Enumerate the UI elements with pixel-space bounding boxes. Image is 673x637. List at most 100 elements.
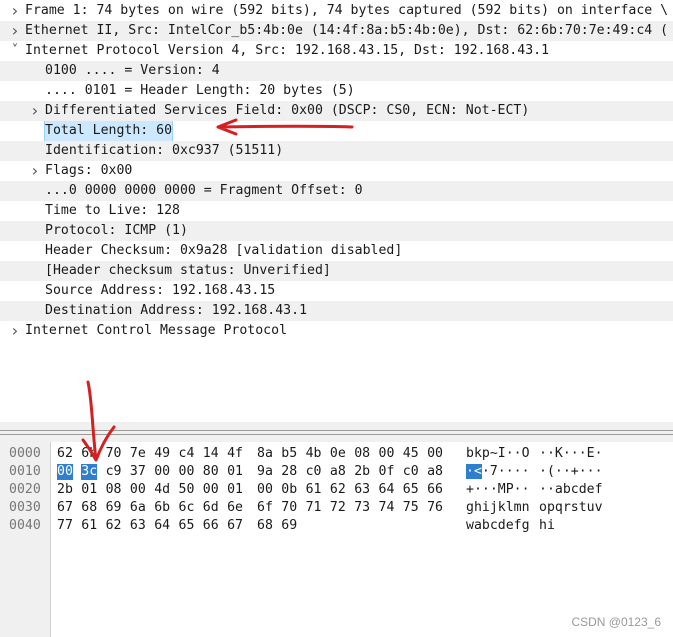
hex-byte[interactable]: 08 — [354, 445, 370, 463]
hex-byte[interactable]: 0f — [379, 463, 395, 481]
tree-row[interactable]: Destination Address: 192.168.43.1 — [0, 301, 673, 321]
hex-byte[interactable]: 45 — [403, 445, 419, 463]
hex-byte[interactable]: 00 — [379, 445, 395, 463]
hex-byte[interactable]: b5 — [281, 445, 297, 463]
tree-row[interactable]: › Differentiated Services Field: 0x00 (DS… — [0, 101, 673, 121]
hex-byte[interactable]: 65 — [179, 517, 195, 535]
hex-byte[interactable]: 69 — [106, 499, 122, 517]
tree-row[interactable]: › Internet Control Message Protocol — [0, 321, 673, 341]
tree-row[interactable]: Total Length: 60 — [0, 121, 673, 141]
tree-row[interactable]: ˅ Internet Protocol Version 4, Src: 192.1… — [0, 41, 673, 61]
hex-byte[interactable]: 28 — [281, 463, 297, 481]
hex-byte[interactable]: 76 — [427, 499, 443, 517]
hex-byte[interactable]: 61 — [306, 481, 322, 499]
hex-byte[interactable]: 70 — [281, 499, 297, 517]
ascii-text[interactable]: bkp~I··O — [466, 445, 530, 463]
hex-byte[interactable]: 73 — [354, 499, 370, 517]
tree-row[interactable]: › Frame 1: 74 bytes on wire (592 bits), 7… — [0, 1, 673, 21]
hex-byte[interactable]: 50 — [179, 481, 195, 499]
packet-bytes-pane[interactable]: 0000 62 6b 70 7e 49 c4 14 4f 8a b5 4b 0e 08 00 45 00 bkp~… — [0, 442, 673, 637]
hex-byte[interactable]: 64 — [154, 517, 170, 535]
hex-byte[interactable]: 9a — [257, 463, 273, 481]
tree-row[interactable]: ...0 0000 0000 0000 = Fragment Offset: 0 — [0, 181, 673, 201]
hex-byte[interactable]: 00 — [154, 463, 170, 481]
hex-byte[interactable]: 4d — [154, 481, 170, 499]
chevron-down-icon[interactable]: ˅ — [8, 41, 22, 61]
hex-byte[interactable]: 4f — [227, 445, 243, 463]
hex-byte[interactable]: 6d — [203, 499, 219, 517]
pane-splitter[interactable] — [0, 422, 673, 442]
chevron-right-icon[interactable]: › — [8, 21, 22, 41]
hex-byte[interactable]: 65 — [403, 481, 419, 499]
hex-byte[interactable]: a8 — [427, 463, 443, 481]
hex-byte[interactable]: 67 — [227, 517, 243, 535]
hex-byte[interactable]: c9 — [106, 463, 122, 481]
hex-byte[interactable]: c0 — [403, 463, 419, 481]
hex-byte[interactable]: 00 — [257, 481, 273, 499]
hex-byte[interactable]: 74 — [379, 499, 395, 517]
hex-byte[interactable]: 62 — [106, 517, 122, 535]
hex-byte[interactable]: 6b — [81, 445, 97, 463]
hex-byte[interactable]: 6e — [227, 499, 243, 517]
hex-byte[interactable]: 69 — [281, 517, 297, 535]
tree-row[interactable]: › Flags: 0x00 — [0, 161, 673, 181]
chevron-right-icon[interactable]: › — [28, 101, 42, 121]
hex-byte[interactable]: 77 — [57, 517, 73, 535]
chevron-right-icon[interactable]: › — [8, 1, 22, 21]
tree-row[interactable]: Header Checksum: 0x9a28 [validation disa… — [0, 241, 673, 261]
tree-row[interactable]: Time to Live: 128 — [0, 201, 673, 221]
packet-details-pane[interactable]: › Frame 1: 74 bytes on wire (592 bits), 7… — [0, 0, 673, 420]
hex-byte[interactable]: 6c — [179, 499, 195, 517]
tree-row[interactable]: Identification: 0xc937 (51511) — [0, 141, 673, 161]
hex-byte[interactable]: 08 — [106, 481, 122, 499]
hex-byte[interactable]: 64 — [379, 481, 395, 499]
ascii-text[interactable]: wabcdefg — [466, 517, 530, 535]
ascii-text[interactable]: ·(··+··· — [539, 463, 603, 481]
hex-byte[interactable]: 7e — [130, 445, 146, 463]
hex-byte[interactable]: 63 — [354, 481, 370, 499]
hex-byte[interactable]: 6f — [257, 499, 273, 517]
hex-byte[interactable]: 2b — [57, 481, 73, 499]
chevron-right-icon[interactable]: › — [8, 321, 22, 341]
hex-byte[interactable]: 66 — [427, 481, 443, 499]
hex-byte[interactable]: 70 — [106, 445, 122, 463]
hex-byte[interactable]: 3c — [81, 464, 98, 480]
hex-byte[interactable]: 4b — [306, 445, 322, 463]
hex-byte[interactable]: 37 — [130, 463, 146, 481]
hex-byte[interactable]: 00 — [57, 464, 73, 480]
hex-byte[interactable]: 00 — [130, 481, 146, 499]
hex-byte[interactable]: 01 — [227, 463, 243, 481]
hex-byte[interactable]: 72 — [330, 499, 346, 517]
hex-byte[interactable]: 0e — [330, 445, 346, 463]
hex-byte[interactable]: 00 — [179, 463, 195, 481]
hex-byte[interactable]: a8 — [330, 463, 346, 481]
hex-byte[interactable]: 62 — [57, 445, 73, 463]
hex-byte[interactable]: c0 — [306, 463, 322, 481]
ascii-text[interactable]: ··abcdef — [539, 481, 603, 499]
hex-byte[interactable]: 66 — [203, 517, 219, 535]
hex-byte[interactable]: 01 — [227, 481, 243, 499]
hex-byte[interactable]: 2b — [354, 463, 370, 481]
hex-byte[interactable]: 80 — [203, 463, 219, 481]
ascii-text[interactable]: hi — [539, 517, 555, 535]
hex-byte[interactable]: 00 — [427, 445, 443, 463]
hex-byte[interactable]: 0b — [281, 481, 297, 499]
hex-byte[interactable]: 62 — [330, 481, 346, 499]
tree-row[interactable]: [Header checksum status: Unverified] — [0, 261, 673, 281]
hex-byte[interactable]: 61 — [81, 517, 97, 535]
hex-byte[interactable]: c4 — [179, 445, 195, 463]
hex-byte[interactable]: 6b — [154, 499, 170, 517]
ascii-text[interactable]: +···MP·· — [466, 481, 530, 499]
hex-byte[interactable]: 67 — [57, 499, 73, 517]
hex-byte[interactable]: 49 — [154, 445, 170, 463]
hex-byte[interactable]: 00 — [203, 481, 219, 499]
chevron-right-icon[interactable]: › — [28, 161, 42, 181]
tree-row[interactable]: › Ethernet II, Src: IntelCor_b5:4b:0e (14… — [0, 21, 673, 41]
ascii-text[interactable]: ··K···E· — [539, 445, 603, 463]
ascii-text[interactable]: ·<·7···· — [466, 463, 530, 481]
hex-byte[interactable]: 6a — [130, 499, 146, 517]
hex-byte[interactable]: 01 — [81, 481, 97, 499]
hex-byte[interactable]: 8a — [257, 445, 273, 463]
hex-byte[interactable]: 63 — [130, 517, 146, 535]
tree-row[interactable]: Protocol: ICMP (1) — [0, 221, 673, 241]
